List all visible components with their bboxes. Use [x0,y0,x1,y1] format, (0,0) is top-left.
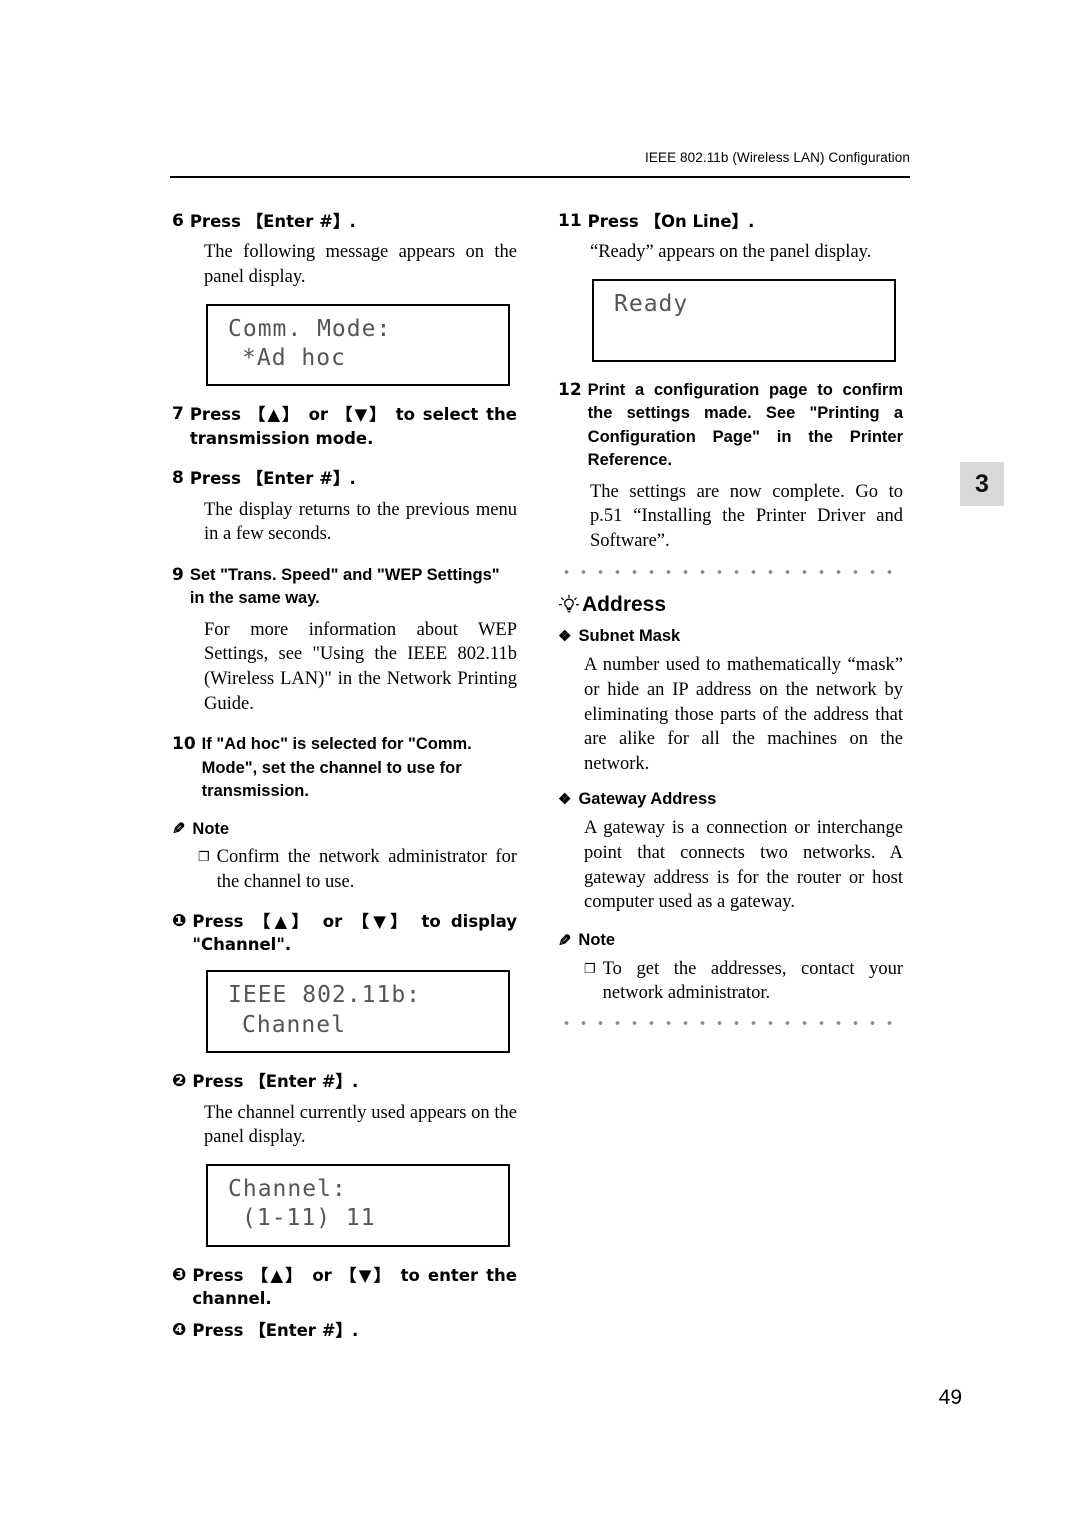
step-11: 11 Press 【On Line】. [558,210,903,233]
step-number: 12 [558,379,582,400]
lcd-line-1: IEEE 802.11b: [228,982,422,1009]
step-number: 11 [558,211,582,231]
substep-4: ❹ Press 【Enter #】. [172,1319,517,1342]
step-8: 8 Press 【Enter #】. [172,467,517,490]
step-number: 10 [172,734,196,755]
lcd-line-2 [594,319,894,348]
header-rule [170,176,910,178]
substep-text: Press 【Enter #】. [192,1072,359,1092]
lcd-line-2: Channel [242,1011,346,1038]
step-number: 8 [172,468,184,489]
chapter-tab: 3 [960,462,1004,506]
step-text: Press 【On Line】. [587,212,755,231]
note-heading: ✎ Note [558,931,903,951]
lcd-panel-channel-value: Channel: (1-11) 11 [206,1163,510,1247]
step-text: If "Ad hoc" is selected for "Comm. Mode"… [201,735,472,800]
lcd-panel-comm-mode: Comm. Mode: *Ad hoc [206,303,510,387]
substep-2: ❷ Press 【Enter #】. [172,1070,517,1093]
substep-text: Press 【▲】 or 【▼】 to display "Channel". [192,911,517,955]
note-bullet-icon: ❐ [198,849,210,865]
lcd-line-2: (1-11) 11 [242,1205,376,1232]
subnet-mask-label: Subnet Mask [578,627,681,646]
step-number: 7 [172,404,184,425]
step-6: 6 Press 【Enter #】. [172,210,517,233]
substep-number: ❸ [172,1264,187,1285]
lcd-line-1: Ready [614,291,689,318]
section-divider-top [558,567,903,578]
gateway-address-body: A gateway is a connection or interchange… [584,818,903,913]
pen-icon: ✎ [172,821,186,839]
step-7: 7 Press 【▲】 or 【▼】 to select the transmi… [172,403,517,450]
step-9: 9 Set "Trans. Speed" and "WEP Settings" … [172,564,517,611]
step-text: Print a configuration page to confirm th… [587,380,903,470]
address-section-title: Address [582,593,667,617]
note-item: ❐ Confirm the network administrator for … [198,845,517,894]
step-6-body: The following message appears on the pan… [204,242,517,288]
left-column: 6 Press 【Enter #】. The following message… [172,210,517,1342]
substep-2-body: The channel currently used appears on th… [204,1102,517,1148]
note-bullet-icon: ❐ [584,960,596,976]
substep-number: ❷ [172,1071,187,1092]
substep-3: ❸ Press 【▲】 or 【▼】 to enter the channel. [172,1264,517,1311]
note-text: To get the addresses, contact your netwo… [602,958,903,1004]
lcd-panel-channel-menu: IEEE 802.11b: Channel [206,970,510,1054]
substep-number: ❹ [172,1319,187,1340]
note-heading: ✎ Note [172,819,517,839]
step-11-body: “Ready” appears on the panel display. [590,242,872,263]
lcd-line-2: *Ad hoc [242,345,346,372]
page-number: 49 [938,1386,962,1409]
step-text: Press 【Enter #】. [189,469,356,489]
note-item: ❐ To get the addresses, contact your net… [584,957,903,1006]
step-text: Press 【▲】 or 【▼】 to select the transmiss… [189,405,517,448]
step-8-body: The display returns to the previous menu… [204,499,517,545]
diamond-bullet-icon: ❖ [558,791,572,809]
step-text: Set "Trans. Speed" and "WEP Settings" in… [189,565,500,608]
step-12-body: The settings are now complete. Go to p.5… [590,481,903,551]
lcd-panel-ready: Ready [592,279,896,362]
subnet-mask-body: A number used to mathematically “mask” o… [584,655,903,774]
document-page: IEEE 802.11b (Wireless LAN) Configuratio… [0,0,1080,1528]
gateway-address-label: Gateway Address [578,790,717,809]
substep-number: ❶ [172,910,187,931]
gateway-address-heading: ❖ Gateway Address [558,790,903,809]
lightbulb-icon [558,594,580,616]
subnet-mask-heading: ❖ Subnet Mask [558,627,903,646]
note-label: Note [192,819,230,838]
step-number: 6 [172,211,184,231]
step-10: 10 If "Ad hoc" is selected for "Comm. Mo… [172,733,517,803]
address-section-heading: Address [558,593,903,617]
note-text: Confirm the network administrator for th… [216,847,517,893]
section-divider-bottom [558,1017,903,1028]
running-head: IEEE 802.11b (Wireless LAN) Configuratio… [645,150,910,165]
step-9-body: For more information about WEP Settings,… [204,619,517,714]
diamond-bullet-icon: ❖ [558,628,572,646]
right-column: 11 Press 【On Line】. “Ready” appears on t… [558,210,903,1028]
note-label: Note [578,931,616,950]
lcd-line-1: Channel: [228,1175,347,1202]
substep-1: ❶ Press 【▲】 or 【▼】 to display "Channel". [172,910,517,957]
lcd-line-1: Comm. Mode: [228,315,392,342]
step-12: 12 Print a configuration page to confirm… [558,379,903,473]
step-text: Press 【Enter #】. [189,212,356,231]
pen-icon: ✎ [558,932,572,950]
substep-text: Press 【▲】 or 【▼】 to enter the channel. [192,1265,517,1309]
substep-text: Press 【Enter #】. [192,1320,359,1340]
step-number: 9 [172,564,184,585]
